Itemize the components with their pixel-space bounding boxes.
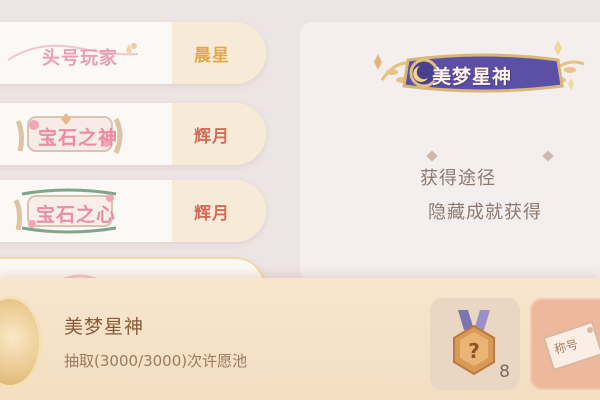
title-badge-art: 头号玩家 (0, 30, 148, 76)
rank-panel: 辉月 (172, 103, 266, 165)
selected-title-name: 美梦星神 (64, 316, 145, 338)
rank-label: 晨星 (194, 45, 230, 66)
rank-panel: 辉月 (172, 180, 266, 242)
medal-button[interactable]: ? 8 (430, 298, 520, 390)
title-row[interactable]: 头号玩家 晨星 (0, 22, 266, 84)
title-banner: 美梦星神 (368, 36, 598, 106)
title-badge-art: 宝石之神 (0, 111, 148, 157)
title-row[interactable]: 宝石之心 辉月 (0, 180, 266, 242)
diamond-ornament-icon (426, 150, 438, 162)
title-badge-text: 头号玩家 (42, 48, 118, 69)
title-badge-art: 宝石之心 (0, 188, 148, 234)
title-badge-text: 宝石之心 (36, 204, 117, 226)
title-avatar (0, 296, 42, 388)
rank-label: 辉月 (194, 126, 230, 147)
medal-count: 8 (499, 362, 510, 382)
acquire-method-value: 隐藏成就获得 (428, 202, 542, 223)
title-collection-screen: 头号玩家 晨星 宝石之神 辉月 宝石之心 辉月 美梦星神 获得途径 隐藏成就获得… (0, 0, 600, 400)
title-row[interactable]: 宝石之神 辉月 (0, 103, 266, 165)
rank-panel: 晨星 (172, 22, 266, 84)
question-medal-icon: ? (453, 310, 495, 376)
banner-title-text: 美梦星神 (432, 66, 513, 88)
selected-title-description: 抽取(3000/3000)次许愿池 (64, 352, 248, 370)
selected-title-bar: 美梦星神 抽取(3000/3000)次许愿池 ? 8 称号 (0, 278, 600, 400)
diamond-ornament-icon (542, 150, 554, 162)
rank-label: 辉月 (194, 203, 230, 224)
title-detail-panel: 美梦星神 获得途径 隐藏成就获得 (300, 22, 600, 282)
svg-text:?: ? (468, 339, 480, 363)
acquire-method-label: 获得途径 (420, 168, 496, 189)
title-badge-text: 宝石之神 (38, 127, 119, 149)
title-tag-button[interactable]: 称号 (530, 298, 600, 390)
